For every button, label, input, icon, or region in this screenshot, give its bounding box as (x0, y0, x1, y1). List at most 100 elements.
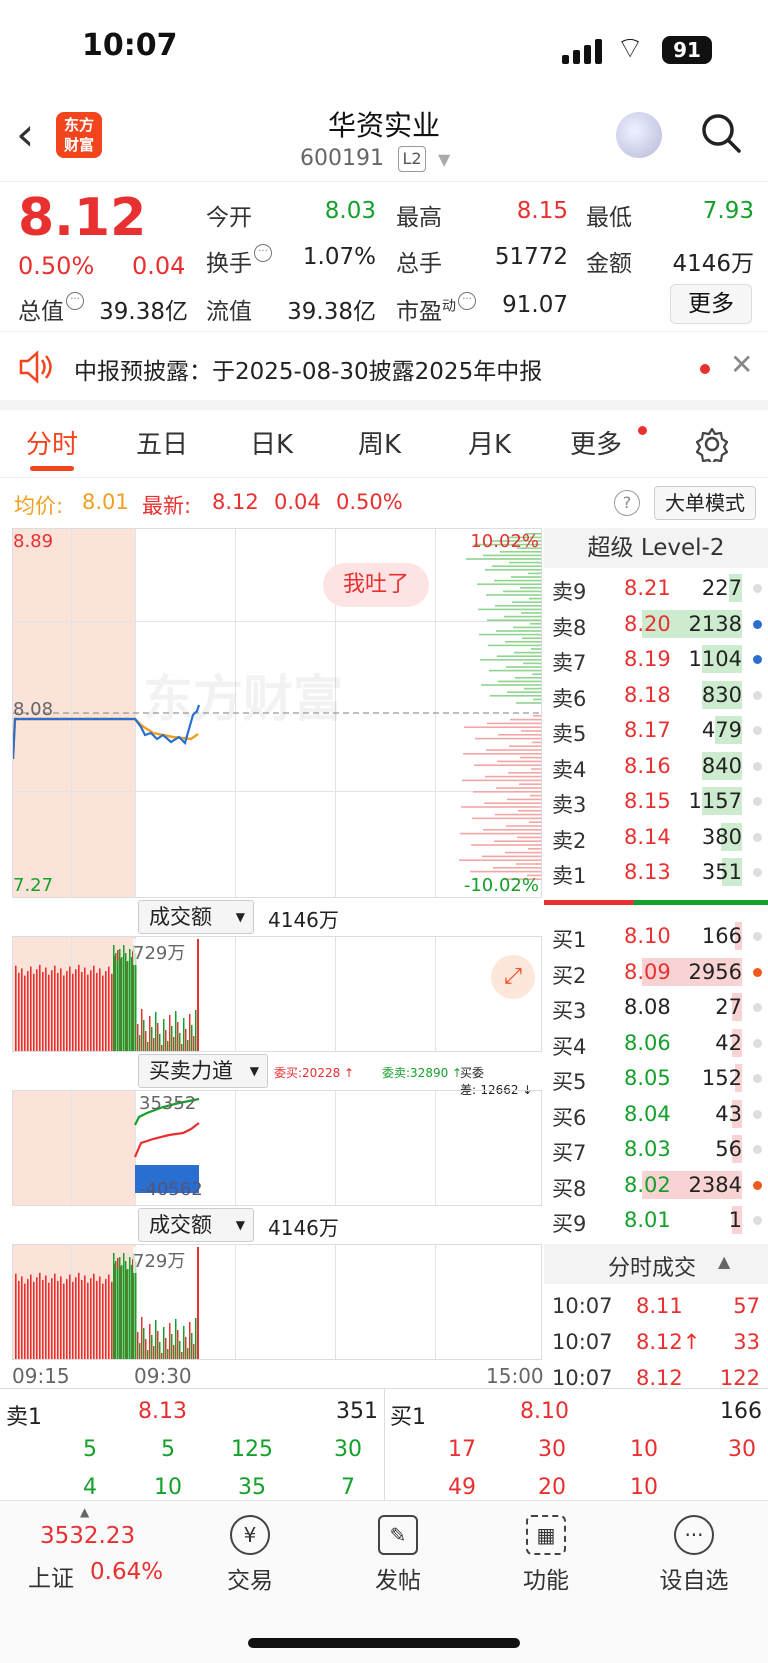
turnover-label[interactable]: 换手 ··· (206, 244, 272, 278)
bid-row[interactable]: 买4 8.06 42 (544, 1027, 768, 1061)
trades-header[interactable]: 分时成交 ▲ (544, 1244, 768, 1284)
index-value[interactable]: 3532.23 (40, 1523, 135, 1549)
order-flag-dot (753, 690, 762, 700)
indicator-selector[interactable]: 成交额 ▼ (138, 1208, 254, 1242)
ask-row[interactable]: 卖8 8.20 2138 (544, 608, 768, 642)
indicator-selector[interactable]: 买卖力道 ▼ (138, 1054, 268, 1088)
chevron-down-icon[interactable]: ▼ (438, 150, 450, 169)
bid-row[interactable]: 买7 8.03 56 (544, 1133, 768, 1167)
last-price: 8.12 (18, 188, 147, 248)
nav-add-watchlist[interactable]: ··· 设自选 (644, 1515, 744, 1595)
level-qty: 2384 (688, 1172, 742, 1197)
tab-daily-k[interactable]: 日K (250, 424, 293, 461)
bid-row[interactable]: 买1 8.10 166 (544, 920, 768, 954)
tab-monthly-k[interactable]: 月K (468, 424, 511, 461)
indicator-selector[interactable]: 成交额 ▼ (138, 900, 254, 934)
level-price: 8.03 (624, 1137, 671, 1161)
robot-assistant-icon[interactable] (616, 112, 662, 158)
tab-intraday[interactable]: 分时 (26, 424, 78, 461)
last-label: 最新: (142, 494, 192, 518)
level-label: 卖2 (552, 828, 587, 853)
pressure-chart[interactable]: 35352 -40562 (12, 1090, 542, 1206)
level-qty: 840 (701, 753, 742, 778)
sub3-header: 成交额 ▼ 4146万 (12, 1206, 542, 1244)
mktcap-label-text: 总值 (18, 299, 64, 325)
level1-order: 5 (161, 1437, 175, 1462)
tab-weekly-k[interactable]: 周K (358, 424, 401, 461)
trade-time: 10:07 (552, 1294, 613, 1318)
level2-title[interactable]: 超级 Level-2 (544, 528, 768, 568)
level2-badge[interactable]: L2 (398, 146, 426, 172)
big-order-mode-button[interactable]: 大单模式 (654, 486, 756, 520)
level-qty: 152 (701, 1066, 742, 1090)
tab-more[interactable]: 更多 (570, 424, 622, 461)
time-end: 15:00 (486, 1364, 544, 1388)
nav-post[interactable]: ✎ 发帖 (348, 1515, 448, 1595)
ask-row[interactable]: 卖2 8.14 380 (544, 821, 768, 855)
bid-row[interactable]: 买2 8.09 2956 (544, 956, 768, 990)
change-percent: 0.50% (18, 252, 95, 280)
trade-price: 8.11 (636, 1294, 683, 1318)
close-icon[interactable]: ✕ (730, 348, 753, 381)
nav-functions[interactable]: ▦ 功能 (496, 1515, 596, 1595)
level-price: 8.18 (624, 682, 671, 707)
order-book: 超级 Level-2 卖9 8.21 227 卖8 8.20 2138 卖7 8.19 1104… (544, 528, 768, 1390)
ask1-label: 卖1 (6, 1405, 42, 1430)
level-qty: 27 (715, 995, 742, 1019)
new-dot (638, 426, 647, 435)
ask-row[interactable]: 卖5 8.17 479 (544, 714, 768, 748)
home-indicator[interactable] (248, 1638, 520, 1648)
level-label: 买9 (552, 1212, 587, 1236)
level-label: 卖1 (552, 864, 587, 888)
pressure-top: 35352 (139, 1093, 197, 1114)
ask-row[interactable]: 卖9 8.21 227 (544, 572, 768, 606)
index-name[interactable]: 上证 (28, 1559, 74, 1593)
pe-sup: 动 (442, 298, 456, 315)
bid-row[interactable]: 买5 8.05 152 (544, 1062, 768, 1096)
bid-row[interactable]: 买6 8.04 43 (544, 1098, 768, 1132)
level-label: 买5 (552, 1070, 587, 1094)
tab-five-day[interactable]: 五日 (136, 424, 188, 461)
nav-trade[interactable]: ¥ 交易 (200, 1515, 300, 1595)
ask-row[interactable]: 卖3 8.15 1157 (544, 785, 768, 819)
intraday-chart[interactable]: 东方财富 8.89 8.08 7.27 10.02% -10.02% 我吐了 (12, 528, 542, 898)
quote-panel: 8.12 0.50% 0.04 今开 8.03 最高 8.15 最低 7.93 … (0, 182, 768, 332)
level-price: 8.10 (624, 924, 671, 948)
comment-bubble[interactable]: 我吐了 (323, 563, 429, 607)
search-icon[interactable] (700, 112, 742, 154)
volume-bars-1 (15, 939, 199, 1051)
mktcap-label[interactable]: 总值 ··· (18, 292, 84, 326)
level-label: 买6 (552, 1105, 587, 1130)
bid-row[interactable]: 买9 8.01 1 (544, 1204, 768, 1238)
ask-row[interactable]: 卖1 8.13 351 (544, 856, 768, 890)
level-label: 买1 (552, 928, 587, 952)
notice-banner[interactable]: 中报预披露：于2025-08-30披露2025年中报 ✕ (0, 332, 768, 410)
ask-row[interactable]: 卖7 8.19 1104 (544, 643, 768, 677)
price-info-bar: 均价: 8.01 最新: 8.12 0.04 0.50% ? 大单模式 (0, 478, 768, 528)
settings-gear-icon[interactable] (694, 426, 730, 462)
pe-label[interactable]: 市盈动 ··· (396, 292, 476, 326)
level1-order: 10 (154, 1475, 182, 1500)
level1-order: 125 (231, 1437, 273, 1462)
level-price: 8.15 (624, 789, 671, 813)
bid1-label: 买1 (390, 1405, 426, 1430)
volume-chart-1[interactable]: 729万 ⤢ (12, 936, 542, 1052)
level-qty: 1104 (688, 647, 742, 671)
y-axis-high: 8.89 (13, 531, 54, 552)
more-button[interactable]: 更多 (670, 284, 752, 324)
more-info-icon: ··· (66, 292, 84, 310)
ask-row[interactable]: 卖6 8.18 830 (544, 679, 768, 713)
volume-chart-2[interactable]: 729万 (12, 1244, 542, 1360)
bid-row[interactable]: 买8 8.02 2384 (544, 1169, 768, 1203)
help-icon[interactable]: ? (614, 490, 640, 516)
expand-icon[interactable]: ⤢ (491, 955, 535, 999)
level1-order: 30 (728, 1437, 756, 1462)
mktcap-value: 39.38亿 (99, 299, 188, 325)
ask-row[interactable]: 卖4 8.16 840 (544, 750, 768, 784)
index-pct[interactable]: 0.64% (90, 1559, 163, 1585)
bid-ask-ratio-bar (544, 900, 768, 905)
level-label: 卖5 (552, 722, 587, 746)
trade-volume: 122 (719, 1366, 760, 1390)
bid-row[interactable]: 买3 8.08 27 (544, 991, 768, 1025)
sub1-header: 成交额 ▼ 4146万 (12, 898, 542, 936)
